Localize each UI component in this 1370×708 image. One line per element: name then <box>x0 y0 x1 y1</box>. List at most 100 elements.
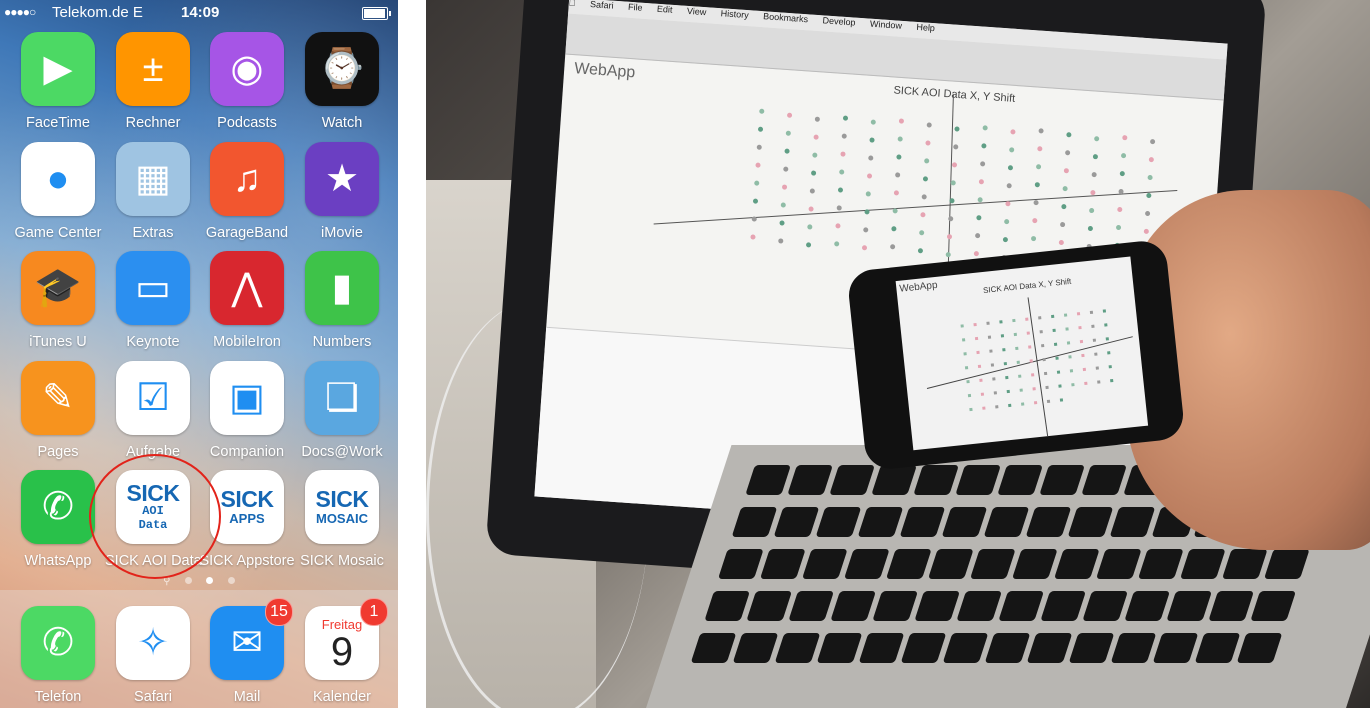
imovie-star-icon-glyph: ★ <box>324 158 360 200</box>
phone-chart-point <box>982 406 986 410</box>
pen-icon-glyph: ✎ <box>42 377 74 419</box>
signal-strength: ●●●●○ <box>4 5 36 19</box>
contact-card-icon: ▣ <box>210 361 284 435</box>
facetime-icon: ▶ <box>21 32 95 106</box>
phone-chart-point <box>1006 389 1010 394</box>
page-dot[interactable] <box>227 577 235 584</box>
chart-point <box>1038 128 1044 134</box>
phone-chart-point <box>1008 403 1012 408</box>
phone-chart-point <box>1058 384 1062 388</box>
numbers-chart-icon-glyph: ▮ <box>331 267 353 309</box>
phone-chart-point <box>1094 352 1098 356</box>
app-label: Extras <box>132 225 174 241</box>
chart-point <box>893 190 899 196</box>
app-podcasts[interactable]: ◉ Podcasts <box>199 32 295 136</box>
sick-apps-icon: SICK APPS <box>210 470 284 544</box>
menu-file[interactable]: File <box>628 2 643 13</box>
chart-point <box>1010 129 1016 135</box>
chart-point <box>759 108 765 114</box>
phone-chart-point <box>992 377 996 381</box>
icon-subtitle: APPS <box>229 510 265 526</box>
app-pages[interactable]: ✎ Pages <box>10 361 106 465</box>
phone-chart-point <box>1025 317 1029 321</box>
chart-point <box>784 148 790 154</box>
keyboard-key <box>955 465 1001 495</box>
app-mail[interactable]: ✉ 15 Mail <box>199 598 295 708</box>
chart-point <box>975 233 981 239</box>
chart-point <box>1007 165 1013 171</box>
app-kalender[interactable]: Freitag 9 1 Kalender <box>294 598 390 708</box>
keyboard-key <box>816 633 863 663</box>
app-numbers[interactable]: ▮ Numbers <box>294 251 390 355</box>
calendar-day: 9 <box>330 629 354 674</box>
chart-point <box>924 158 930 164</box>
app-watch[interactable]: ⌚ Watch <box>294 32 390 136</box>
app-aufgabe[interactable]: ☑ Aufgabe <box>105 361 201 465</box>
phone-chart-point <box>1068 355 1072 359</box>
phone-chart-point <box>1065 327 1069 331</box>
keyboard-key <box>1110 633 1157 663</box>
phone-chart-point <box>1039 330 1043 334</box>
chart-point <box>867 173 873 179</box>
calculator-icon-glyph: ± <box>142 48 164 90</box>
phone-chart-point <box>1018 374 1022 378</box>
chart-point <box>921 194 927 200</box>
phone-chart-point <box>1076 312 1081 316</box>
page-dot[interactable] <box>184 577 192 584</box>
phone-chart-point <box>1000 334 1005 338</box>
app-label: Safari <box>134 689 172 705</box>
app-game-center[interactable]: ● Game Center <box>10 142 106 246</box>
app-label: Watch <box>321 115 363 131</box>
app-companion[interactable]: ▣ Companion <box>199 361 295 465</box>
keyboard-key <box>1179 549 1226 579</box>
app-label: Keynote <box>126 334 180 350</box>
app-mobileiron[interactable]: ⋀ MobileIron <box>199 251 295 355</box>
keyboard-key <box>731 507 778 537</box>
menu-develop[interactable]: Develop <box>822 15 856 27</box>
app-facetime[interactable]: ▶ FaceTime <box>10 32 106 136</box>
page-dot-current[interactable] <box>206 577 214 584</box>
phone-chart-point <box>1079 339 1084 344</box>
app-garageband[interactable]: ♫ GarageBand <box>199 142 295 246</box>
app-label: Numbers <box>312 334 372 350</box>
mail-icon-glyph: ✉ <box>231 622 263 664</box>
menu-bookmarks[interactable]: Bookmarks <box>763 11 809 24</box>
chart-point <box>836 205 842 211</box>
phone-chart-point <box>1102 309 1107 313</box>
keyboard-key <box>1109 507 1156 537</box>
chart-point <box>835 223 841 229</box>
keyboard-key <box>717 549 764 579</box>
app-docs-work[interactable]: ❏ Docs@Work <box>294 361 390 465</box>
app-imovie[interactable]: ★ iMovie <box>294 142 390 246</box>
chart-point <box>978 179 984 185</box>
chart-point <box>950 180 956 186</box>
app-sick-mosaic[interactable]: SICK MOSAIC SICK Mosaic <box>294 470 390 574</box>
chart-point <box>1121 153 1127 159</box>
app-telefon[interactable]: ✆ Telefon <box>10 606 106 708</box>
menu-history[interactable]: History <box>720 8 749 20</box>
keyboard-key <box>1053 549 1100 579</box>
app-label: iTunes U <box>29 334 87 350</box>
menu-help[interactable]: Help <box>916 22 935 33</box>
app-safari[interactable]: ✧ Safari <box>105 606 201 708</box>
chart-point <box>863 227 869 233</box>
phone-chart-point <box>963 352 967 356</box>
chart-point <box>917 248 923 254</box>
menu-safari[interactable]: Safari <box>590 0 614 11</box>
keyboard-key <box>858 633 905 663</box>
keyboard-key <box>899 507 946 537</box>
app-itunes-u[interactable]: 🎓 iTunes U <box>10 251 106 355</box>
app-keynote[interactable]: ▭ Keynote <box>105 251 201 355</box>
app-extras[interactable]: ▦ Extras <box>105 142 201 246</box>
chart-point <box>976 215 982 221</box>
menu-view[interactable]: View <box>687 6 707 17</box>
menu-edit[interactable]: Edit <box>657 4 673 15</box>
chart-point <box>811 170 817 176</box>
app-rechner[interactable]: ± Rechner <box>105 32 201 136</box>
chart-point <box>980 161 986 167</box>
chart-point <box>809 188 815 194</box>
keyboard-key <box>1221 549 1268 579</box>
menu-window[interactable]: Window <box>870 19 903 31</box>
chart-point <box>869 137 875 143</box>
app-label: WhatsApp <box>24 553 92 569</box>
